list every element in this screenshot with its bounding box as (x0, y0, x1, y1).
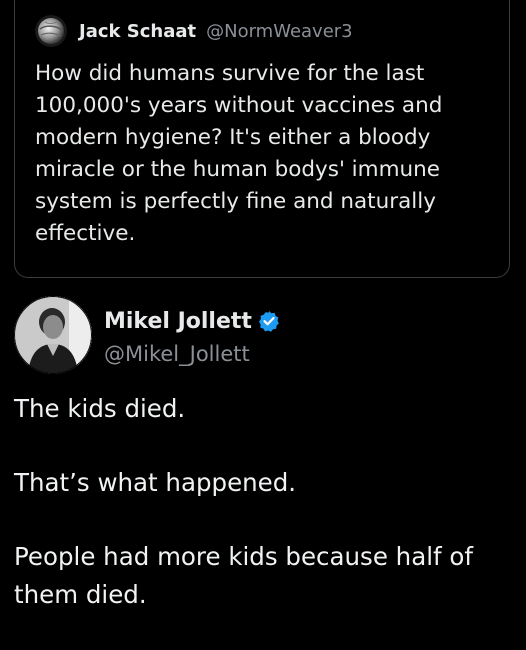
reply-author-handle[interactable]: @Mikel_Jollett (104, 342, 280, 366)
reply-name-row: Mikel Jollett (104, 306, 280, 336)
reply-paragraph: The kids died. (14, 394, 186, 423)
reply-author-info: Mikel Jollett @Mikel_Jollett (104, 296, 280, 366)
reply-author-avatar[interactable] (14, 296, 92, 374)
reply-header: Mikel Jollett @Mikel_Jollett (14, 296, 280, 374)
quoted-author-avatar[interactable] (35, 15, 67, 47)
avatar-photo (14, 296, 92, 374)
reply-paragraph: People had more kids because half of the… (14, 542, 474, 609)
quoted-tweet-text: How did humans survive for the last 100,… (35, 61, 443, 246)
reply-tweet-text: The kids died. That’s what happened. Peo… (14, 390, 519, 650)
quoted-author-name[interactable]: Jack Schaat (79, 21, 196, 42)
quoted-tweet-header: Jack Schaat @NormWeaver3 (35, 14, 353, 48)
verified-badge-icon (258, 310, 280, 332)
reply-paragraph: That’s what happened. (14, 468, 297, 497)
quoted-tweet-card[interactable]: Jack Schaat @NormWeaver3 How did humans … (14, 0, 510, 278)
reply-author-name[interactable]: Mikel Jollett (104, 309, 252, 334)
globe-icon (35, 15, 67, 47)
quoted-author-handle[interactable]: @NormWeaver3 (206, 21, 353, 42)
